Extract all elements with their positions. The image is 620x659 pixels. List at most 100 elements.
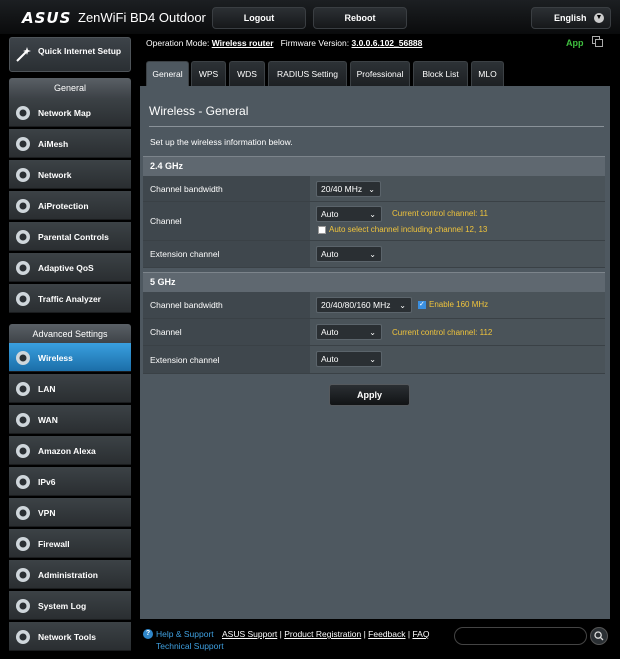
search-input[interactable] [454, 627, 587, 645]
technical-support-link[interactable]: Technical Support [156, 641, 224, 651]
wifi-icon [14, 349, 32, 367]
sidebar-item-parental-controls[interactable]: Parental Controls [9, 222, 131, 251]
wan-globe-icon [14, 411, 32, 429]
shield-icon [14, 197, 32, 215]
app-link[interactable]: App [566, 38, 584, 48]
control-channel-24-hint: Current control channel: 11 [392, 209, 488, 218]
alexa-icon [14, 442, 32, 460]
band-5ghz-heading: 5 GHz [143, 272, 605, 292]
asus-logo: ASUS [22, 9, 72, 27]
tab-wds[interactable]: WDS [229, 61, 265, 86]
tab-block-list[interactable]: Block List [413, 61, 468, 86]
footer-links: ASUS Support | Product Registration | Fe… [222, 629, 430, 639]
bandwidth-24-select[interactable]: 20/40 MHz ⌄ [316, 181, 381, 197]
tab-wps[interactable]: WPS [191, 61, 226, 86]
tab-general[interactable]: General [146, 61, 189, 86]
tab-radius-setting[interactable]: RADIUS Setting [268, 61, 347, 86]
channel-bandwidth-label: Channel bandwidth [143, 292, 310, 318]
sidebar-item-label: VPN [38, 508, 56, 518]
help-icon: ? [143, 629, 153, 639]
chevron-down-icon: ⌄ [369, 355, 376, 364]
firmware-label: Firmware Version: [280, 38, 350, 48]
sidebar-item-system-log[interactable]: System Log [9, 591, 131, 620]
sidebar-item-label: Network Map [38, 108, 91, 118]
table-row: Channel bandwidth 20/40 MHz ⌄ [143, 176, 605, 202]
operation-mode-link[interactable]: Wireless router [212, 38, 274, 48]
auto-select-channel-checkbox[interactable] [318, 226, 326, 234]
chevron-down-icon: ⌄ [369, 328, 376, 337]
channel-label: Channel [143, 319, 310, 345]
enable-160mhz-checkbox[interactable] [418, 300, 426, 309]
sidebar-item-firewall[interactable]: Firewall [9, 529, 131, 558]
sidebar-item-label: AiMesh [38, 139, 69, 149]
page-title: Wireless - General [149, 104, 249, 118]
chevron-down-icon: ⌄ [368, 185, 375, 194]
sidebar-item-label: WAN [38, 415, 58, 425]
sidebar-item-administration[interactable]: Administration [9, 560, 131, 589]
chevron-down-icon: ⌄ [399, 301, 406, 310]
extension-24-select[interactable]: Auto ⌄ [316, 246, 382, 262]
sidebar-item-network[interactable]: Network [9, 160, 131, 189]
faq-link[interactable]: FAQ [412, 629, 429, 639]
vpn-icon [14, 504, 32, 522]
product-registration-link[interactable]: Product Registration [284, 629, 361, 639]
extension-5-select[interactable]: Auto ⌄ [316, 351, 382, 367]
sidebar-item-label: Network [38, 170, 72, 180]
apply-button[interactable]: Apply [329, 384, 410, 406]
sidebar-item-traffic-analyzer[interactable]: Traffic Analyzer [9, 284, 131, 313]
sidebar-item-network-map[interactable]: Network Map [9, 98, 131, 127]
aimesh-icon [14, 135, 32, 153]
sidebar-item-network-tools[interactable]: Network Tools [9, 622, 131, 651]
extension-24-value: Auto [321, 249, 339, 259]
globe-icon [14, 166, 32, 184]
firmware-link[interactable]: 3.0.0.6.102_56888 [351, 38, 422, 48]
table-row: Channel Auto ⌄ Current control channel: … [143, 319, 605, 346]
quick-internet-setup-button[interactable]: Quick Internet Setup [9, 37, 131, 72]
qis-label: Quick Internet Setup [38, 46, 122, 56]
channel-24-select[interactable]: Auto ⌄ [316, 206, 382, 222]
sidebar-item-label: IPv6 [38, 477, 56, 487]
sidebar-item-wan[interactable]: WAN [9, 405, 131, 434]
sidebar-item-ipv6[interactable]: IPv6 [9, 467, 131, 496]
system-log-icon [14, 597, 32, 615]
sidebar-item-label: Adaptive QoS [38, 263, 94, 273]
bandwidth-24-value: 20/40 MHz [321, 184, 363, 194]
sidebar-item-label: Wireless [38, 353, 73, 363]
sidebar-item-label: Administration [38, 570, 98, 580]
sidebar-item-aimesh[interactable]: AiMesh [9, 129, 131, 158]
search-icon[interactable] [590, 627, 608, 645]
asus-support-link[interactable]: ASUS Support [222, 629, 277, 639]
table-row: Extension channel Auto ⌄ [143, 241, 605, 268]
sidebar-item-label: Network Tools [38, 632, 96, 642]
sidebar-item-label: LAN [38, 384, 56, 394]
logout-button[interactable]: Logout [212, 7, 306, 29]
family-icon [14, 228, 32, 246]
reboot-button[interactable]: Reboot [313, 7, 407, 29]
channel-5-select[interactable]: Auto ⌄ [316, 324, 382, 340]
language-select[interactable]: English ▼ [531, 7, 611, 29]
extension-5-value: Auto [321, 354, 339, 364]
sidebar-item-vpn[interactable]: VPN [9, 498, 131, 527]
bandwidth-5-value: 20/40/80/160 MHz [321, 300, 391, 310]
wand-icon [16, 47, 31, 62]
status-bar: Operation Mode: Wireless router Firmware… [146, 38, 422, 48]
sidebar-item-aiprotection[interactable]: AiProtection [9, 191, 131, 220]
sidebar-item-adaptive-qos[interactable]: Adaptive QoS [9, 253, 131, 282]
sidebar-item-wireless[interactable]: Wireless [9, 343, 131, 372]
copy-icon[interactable] [592, 36, 603, 47]
chevron-down-icon: ⌄ [369, 250, 376, 259]
sidebar-item-amazon-alexa[interactable]: Amazon Alexa [9, 436, 131, 465]
firewall-icon [14, 535, 32, 553]
extension-channel-label: Extension channel [143, 241, 310, 267]
feedback-link[interactable]: Feedback [368, 629, 405, 639]
tab-mlo[interactable]: MLO [471, 61, 504, 86]
table-row: Extension channel Auto ⌄ [143, 346, 605, 374]
footer: ? Help & Support ASUS Support | Product … [140, 624, 620, 659]
sidebar-item-lan[interactable]: LAN [9, 374, 131, 403]
title-divider [149, 126, 604, 127]
tab-professional[interactable]: Professional [350, 61, 410, 86]
sidebar-item-label: Traffic Analyzer [38, 294, 101, 304]
ipv6-icon [14, 473, 32, 491]
bandwidth-5-select[interactable]: 20/40/80/160 MHz ⌄ [316, 297, 412, 313]
gauge-icon [14, 259, 32, 277]
